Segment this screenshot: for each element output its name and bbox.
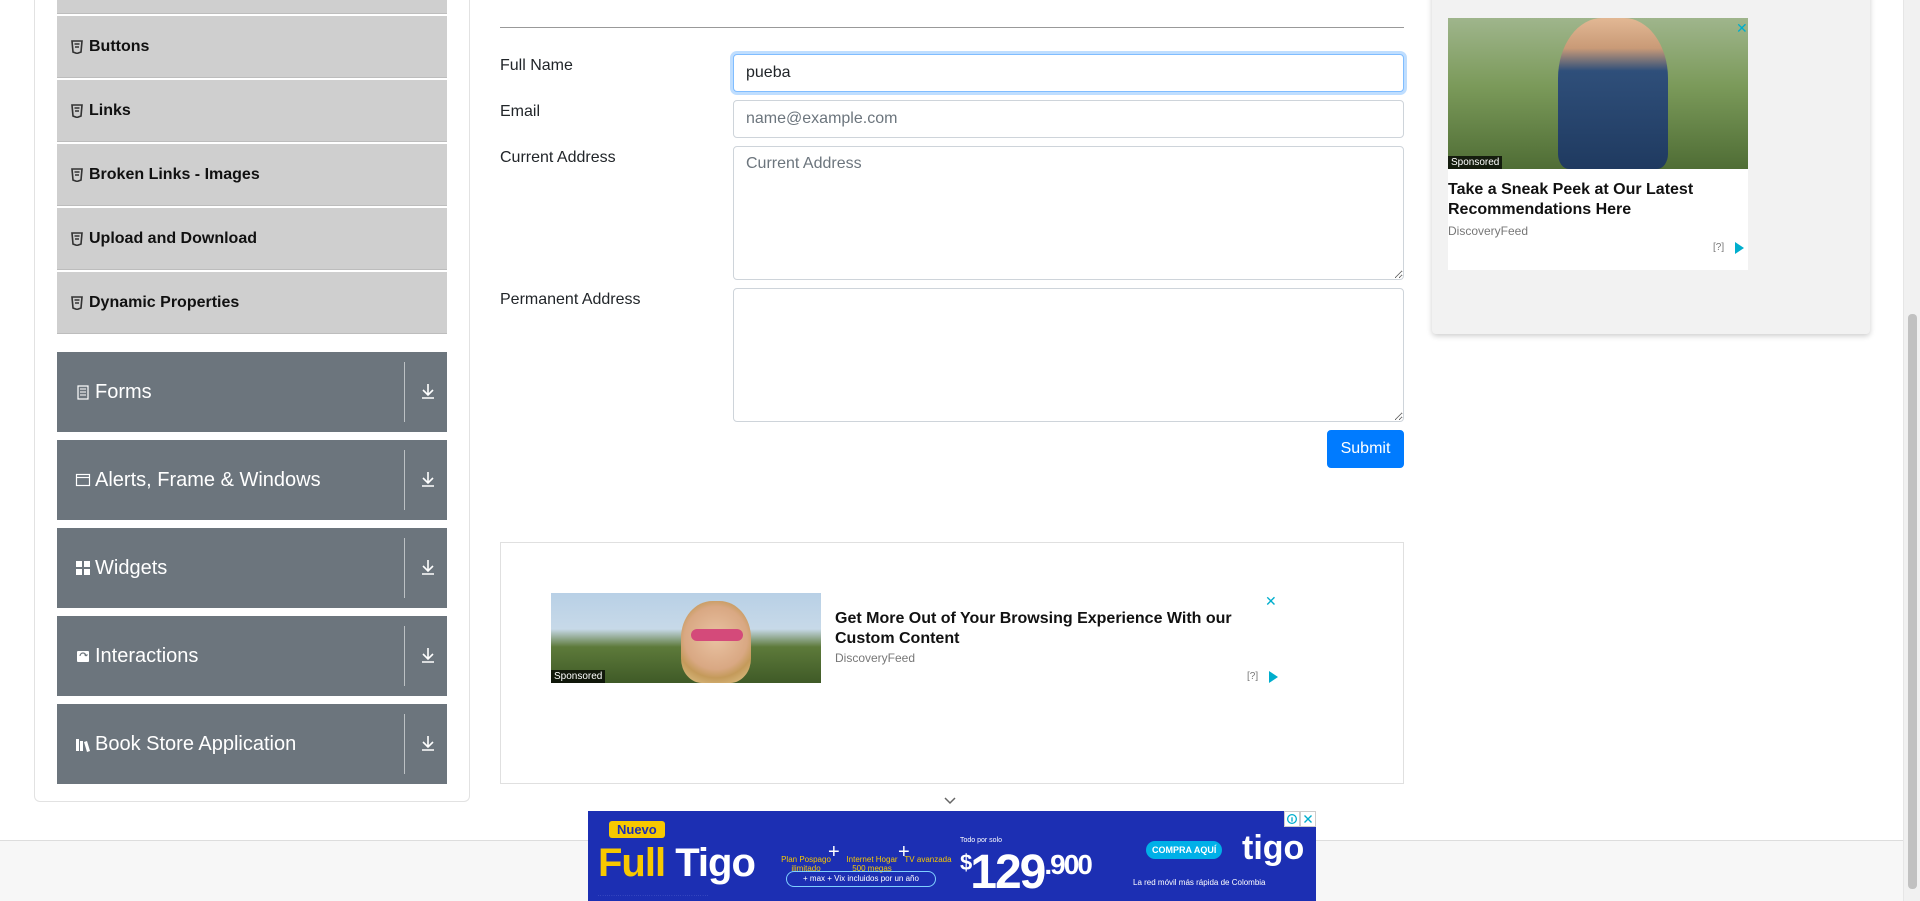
- banner-headline: Full Tigo: [598, 841, 756, 886]
- adchoices-icon[interactable]: [1735, 242, 1744, 254]
- ad-image[interactable]: Sponsored: [551, 593, 821, 683]
- form-icon: [77, 385, 89, 400]
- ad-photo-person: [681, 601, 751, 683]
- group-divider: [404, 450, 405, 510]
- menu-item-links[interactable]: Links: [57, 80, 447, 142]
- download-arrow-icon[interactable]: [419, 382, 437, 400]
- html5-icon: [71, 167, 83, 182]
- window-icon: [75, 473, 91, 487]
- html5-icon: [71, 295, 83, 310]
- submit-button[interactable]: Submit: [1327, 430, 1404, 468]
- group-header-interactions[interactable]: Interactions: [57, 616, 447, 696]
- full-name-label: Full Name: [500, 57, 573, 74]
- banner-price: $129.900: [960, 845, 1093, 900]
- widgets-icon: [76, 561, 90, 575]
- banner-tagline: La red móvil más rápida de Colombia: [1133, 878, 1266, 887]
- sponsored-tag: Sponsored: [1448, 156, 1503, 169]
- group-header-bookstore[interactable]: Book Store Application: [57, 704, 447, 784]
- bookstore-icon: [76, 739, 90, 752]
- download-arrow-icon[interactable]: [419, 646, 437, 664]
- group-header-label: Book Store Application: [95, 732, 297, 755]
- tigo-banner-ad[interactable]: Nuevo Full Tigo Plan Pospago ilimitado +…: [588, 811, 1316, 901]
- group-divider: [404, 714, 405, 774]
- chevron-down-icon[interactable]: [943, 796, 957, 806]
- banner-brand-word: Tigo: [675, 841, 756, 885]
- ad-card: Sponsored Take a Sneak Peek at Our Lates…: [1448, 18, 1748, 270]
- left-sidebar: Buttons Links Broken Links - Images Uplo…: [34, 0, 470, 802]
- ad-source[interactable]: DiscoveryFeed: [1448, 224, 1528, 238]
- menu-item-label: Broken Links - Images: [89, 165, 260, 183]
- ad-image[interactable]: Sponsored: [1448, 18, 1748, 169]
- banner-full-word: Full: [598, 841, 666, 885]
- html5-icon: [71, 39, 83, 54]
- group-header-label: Widgets: [95, 556, 168, 579]
- ad-help-link[interactable]: [?]: [1713, 242, 1724, 253]
- banner-streaming-pill: + max + Vix incluidos por un año: [786, 871, 936, 887]
- close-icon[interactable]: [1300, 811, 1316, 827]
- permanent-address-textarea[interactable]: [733, 288, 1404, 422]
- menu-item-label: Links: [89, 101, 131, 119]
- page: Buttons Links Broken Links - Images Uplo…: [0, 0, 1920, 901]
- email-label: Email: [500, 103, 541, 120]
- group-divider: [404, 362, 405, 422]
- ad-title[interactable]: Take a Sneak Peek at Our Latest Recommen…: [1448, 180, 1748, 220]
- adchoices-icon[interactable]: [1284, 811, 1300, 827]
- group-header-alerts[interactable]: Alerts, Frame & Windows: [57, 440, 447, 520]
- ad-photo-sunglasses: [691, 629, 743, 641]
- download-arrow-icon[interactable]: [419, 470, 437, 488]
- banner-price-currency: $: [960, 850, 972, 875]
- download-arrow-icon[interactable]: [419, 558, 437, 576]
- download-arrow-icon[interactable]: [419, 734, 437, 752]
- banner-nuevo-badge: Nuevo: [609, 821, 665, 838]
- elements-menu-list: Buttons Links Broken Links - Images Uplo…: [57, 0, 447, 336]
- menu-item-upload-download[interactable]: Upload and Download: [57, 208, 447, 270]
- sponsored-tag: Sponsored: [551, 670, 606, 683]
- banner-price-decimal: .900: [1044, 849, 1092, 880]
- menu-item-buttons[interactable]: Buttons: [57, 16, 447, 78]
- banner-todo-label: Todo por solo: [960, 837, 1003, 844]
- scrollbar-thumb[interactable]: [1908, 314, 1917, 889]
- menu-item-broken-links[interactable]: Broken Links - Images: [57, 144, 447, 206]
- ad-container-right: Sponsored Take a Sneak Peek at Our Lates…: [1432, 0, 1870, 334]
- ad-container-bottom: Sponsored Get More Out of Your Browsing …: [500, 542, 1404, 784]
- group-header-forms[interactable]: Forms: [57, 352, 447, 432]
- current-address-textarea[interactable]: [733, 146, 1404, 280]
- banner-price-main: 129: [970, 846, 1046, 899]
- banner-cta-button[interactable]: COMPRA AQUÍ: [1146, 841, 1223, 859]
- permanent-address-label: Permanent Address: [500, 291, 641, 308]
- menu-item-previous[interactable]: [57, 0, 447, 14]
- vertical-scrollbar[interactable]: [1903, 0, 1920, 901]
- ad-photo-hiker: [1558, 18, 1668, 169]
- group-header-label: Forms: [95, 380, 152, 403]
- group-header-widgets[interactable]: Widgets: [57, 528, 447, 608]
- banner-fine-print: . . . . . . . . . . . . . . . . . . . . …: [598, 892, 709, 897]
- group-divider: [404, 626, 405, 686]
- ad-help-link[interactable]: [?]: [1247, 671, 1258, 682]
- html5-icon: [71, 231, 83, 246]
- group-header-label: Interactions: [95, 644, 199, 667]
- menu-item-label: Dynamic Properties: [89, 293, 240, 311]
- group-header-label: Alerts, Frame & Windows: [95, 468, 321, 491]
- group-divider: [404, 538, 405, 598]
- menu-item-label: Buttons: [89, 37, 150, 55]
- html5-icon: [71, 103, 83, 118]
- ad-close-icon[interactable]: ✕: [1265, 593, 1277, 610]
- menu-item-dynamic-properties[interactable]: Dynamic Properties: [57, 272, 447, 334]
- ad-source[interactable]: DiscoveryFeed: [835, 651, 915, 665]
- interactions-icon: [77, 651, 89, 662]
- current-address-label: Current Address: [500, 149, 616, 166]
- ad-title[interactable]: Get More Out of Your Browsing Experience…: [835, 609, 1265, 649]
- form-top-divider: [500, 27, 1404, 28]
- email-input[interactable]: [733, 100, 1404, 138]
- menu-item-label: Upload and Download: [89, 229, 257, 247]
- tigo-logo: tigo: [1242, 829, 1305, 867]
- banner-feature-tv: TV avanzada: [904, 855, 952, 864]
- banner-plus-sign: +: [828, 841, 840, 863]
- ad-close-icon[interactable]: ✕: [1736, 20, 1748, 37]
- adchoices-icon[interactable]: [1269, 671, 1278, 683]
- full-name-input[interactable]: [733, 54, 1404, 92]
